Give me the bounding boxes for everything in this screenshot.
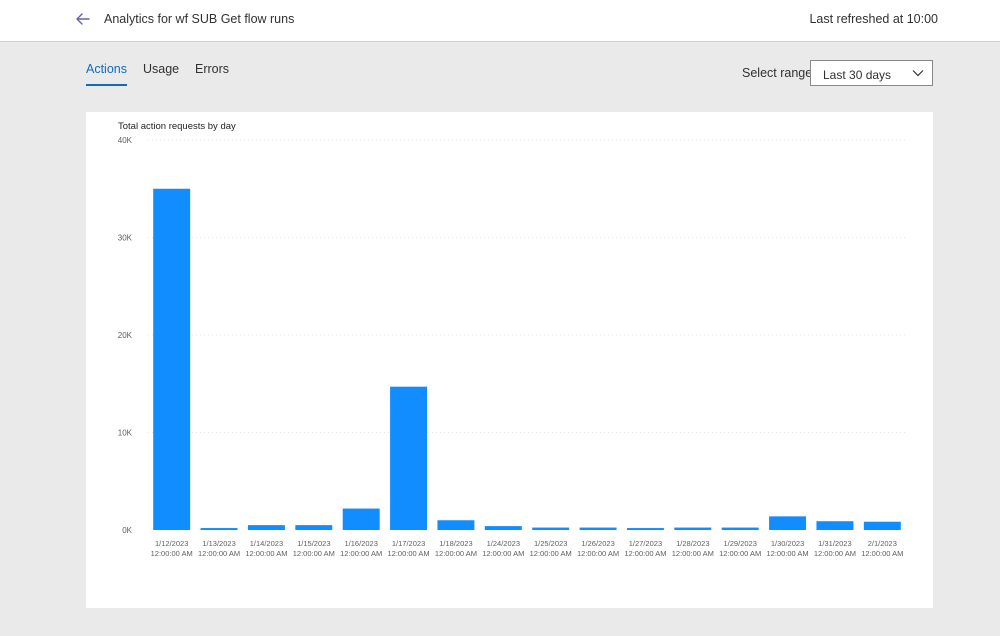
x-tick-label: 1/16/2023 [345, 539, 378, 548]
x-tick-label: 1/30/2023 [771, 539, 804, 548]
bar[interactable] [342, 508, 380, 530]
bar[interactable] [295, 525, 333, 530]
y-tick-label: 0K [122, 526, 132, 535]
bar[interactable] [816, 521, 854, 530]
x-tick-label: 1/25/2023 [534, 539, 567, 548]
x-tick-label-time: 12:00:00 AM [814, 549, 856, 558]
x-tick-label-time: 12:00:00 AM [198, 549, 240, 558]
bar[interactable] [721, 527, 759, 530]
app-header: Analytics for wf SUB Get flow runs Last … [0, 0, 1000, 42]
x-tick-label: 1/27/2023 [629, 539, 662, 548]
bar[interactable] [626, 528, 664, 530]
select-range-label: Select range [742, 66, 813, 80]
chevron-down-icon [912, 70, 924, 77]
tab-usage[interactable]: Usage [143, 62, 179, 84]
x-tick-label-time: 12:00:00 AM [482, 549, 524, 558]
x-tick-label: 1/18/2023 [439, 539, 472, 548]
x-tick-label-time: 12:00:00 AM [530, 549, 572, 558]
bar[interactable] [579, 527, 617, 530]
y-tick-label: 30K [118, 234, 133, 243]
bar[interactable] [674, 527, 712, 530]
x-tick-label-time: 12:00:00 AM [340, 549, 382, 558]
x-tick-label-time: 12:00:00 AM [435, 549, 477, 558]
x-tick-label: 1/31/2023 [818, 539, 851, 548]
bar[interactable] [863, 521, 901, 530]
x-tick-label: 1/12/2023 [155, 539, 188, 548]
y-tick-label: 10K [118, 429, 133, 438]
range-dropdown[interactable]: Last 30 days [810, 60, 933, 86]
bar[interactable] [200, 528, 238, 530]
tab-errors[interactable]: Errors [195, 62, 229, 84]
x-tick-label: 1/17/2023 [392, 539, 425, 548]
x-tick-label-time: 12:00:00 AM [388, 549, 430, 558]
x-tick-label-time: 12:00:00 AM [245, 549, 287, 558]
x-tick-label: 1/14/2023 [250, 539, 283, 548]
x-tick-label: 1/13/2023 [202, 539, 235, 548]
bar[interactable] [390, 386, 428, 530]
bar[interactable] [769, 516, 807, 530]
x-tick-label-time: 12:00:00 AM [577, 549, 619, 558]
chart-card: Total action requests by day 0K 10K 20K 30K… [86, 112, 933, 608]
bar[interactable] [484, 526, 522, 530]
arrow-left-icon[interactable] [72, 8, 94, 30]
x-tick-label: 1/24/2023 [487, 539, 520, 548]
x-tick-label: 1/28/2023 [676, 539, 709, 548]
bar[interactable] [153, 188, 191, 530]
x-tick-label-time: 12:00:00 AM [293, 549, 335, 558]
bar-chart: 0K10K20K30K40K1/12/202312:00:00 AM1/13/2… [118, 136, 906, 558]
bar[interactable] [532, 527, 570, 530]
last-refreshed-text: Last refreshed at 10:00 [809, 12, 938, 26]
x-tick-label: 1/15/2023 [297, 539, 330, 548]
bar[interactable] [247, 525, 285, 530]
x-tick-label-time: 12:00:00 AM [672, 549, 714, 558]
x-tick-label-time: 12:00:00 AM [719, 549, 761, 558]
bar[interactable] [437, 520, 475, 530]
page-title: Analytics for wf SUB Get flow runs [104, 12, 295, 26]
x-tick-label: 1/29/2023 [724, 539, 757, 548]
x-tick-label-time: 12:00:00 AM [624, 549, 666, 558]
x-tick-label-time: 12:00:00 AM [767, 549, 809, 558]
y-tick-label: 40K [118, 136, 133, 145]
tab-actions[interactable]: Actions [86, 62, 127, 86]
y-tick-label: 20K [118, 331, 133, 340]
x-tick-label-time: 12:00:00 AM [151, 549, 193, 558]
x-tick-label: 1/26/2023 [581, 539, 614, 548]
range-dropdown-value: Last 30 days [823, 68, 892, 82]
x-tick-label: 2/1/2023 [868, 539, 897, 548]
x-tick-label-time: 12:00:00 AM [861, 549, 903, 558]
